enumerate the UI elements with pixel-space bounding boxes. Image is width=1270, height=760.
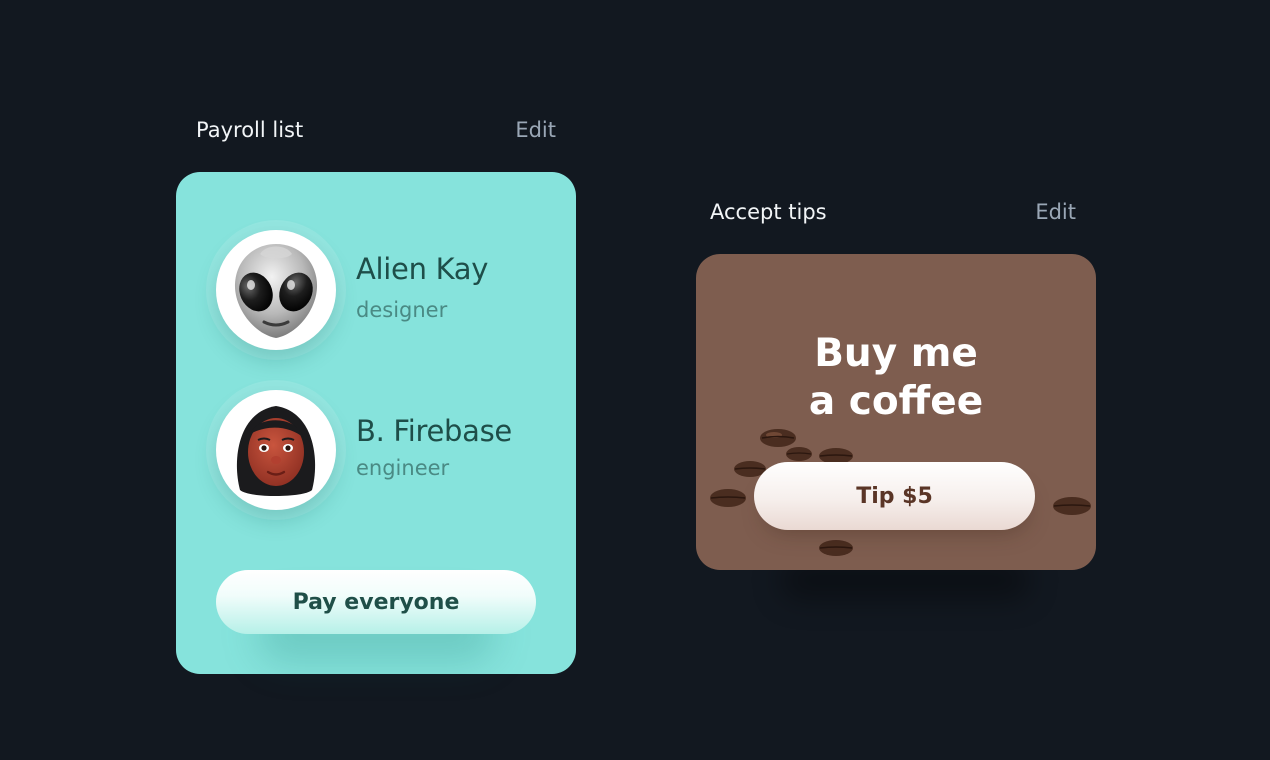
payroll-person-row[interactable]: Alien Kay designer (206, 220, 556, 360)
coffee-headline: Buy me a coffee (696, 330, 1096, 426)
alien-avatar-icon (216, 230, 336, 350)
coffee-bean-icon (786, 447, 812, 461)
tips-title: Accept tips (710, 200, 827, 224)
person-name: B. Firebase (356, 414, 512, 448)
headline-line: a coffee (808, 379, 984, 424)
pay-everyone-button[interactable]: Pay everyone (216, 570, 536, 634)
payroll-header: Payroll list Edit (196, 115, 556, 145)
coffee-bean-icon (819, 540, 853, 556)
tips-card: Buy me a coffee Tip $5 (696, 254, 1096, 570)
woman-avatar-icon (216, 390, 336, 510)
person-role: designer (356, 298, 448, 322)
tips-header: Accept tips Edit (710, 197, 1076, 227)
payroll-person-row[interactable]: B. Firebase engineer (206, 380, 556, 520)
payroll-edit-link[interactable]: Edit (515, 118, 556, 142)
coffee-bean-icon (1053, 497, 1091, 515)
headline-line: Buy me (814, 331, 978, 376)
payroll-title: Payroll list (196, 118, 304, 142)
tip-button[interactable]: Tip $5 (754, 462, 1035, 530)
person-role: engineer (356, 456, 450, 480)
tips-edit-link[interactable]: Edit (1035, 200, 1076, 224)
payroll-card: Alien Kay designer B. Firebase engineer … (176, 172, 576, 674)
coffee-bean-icon (710, 489, 746, 507)
person-name: Alien Kay (356, 252, 489, 286)
